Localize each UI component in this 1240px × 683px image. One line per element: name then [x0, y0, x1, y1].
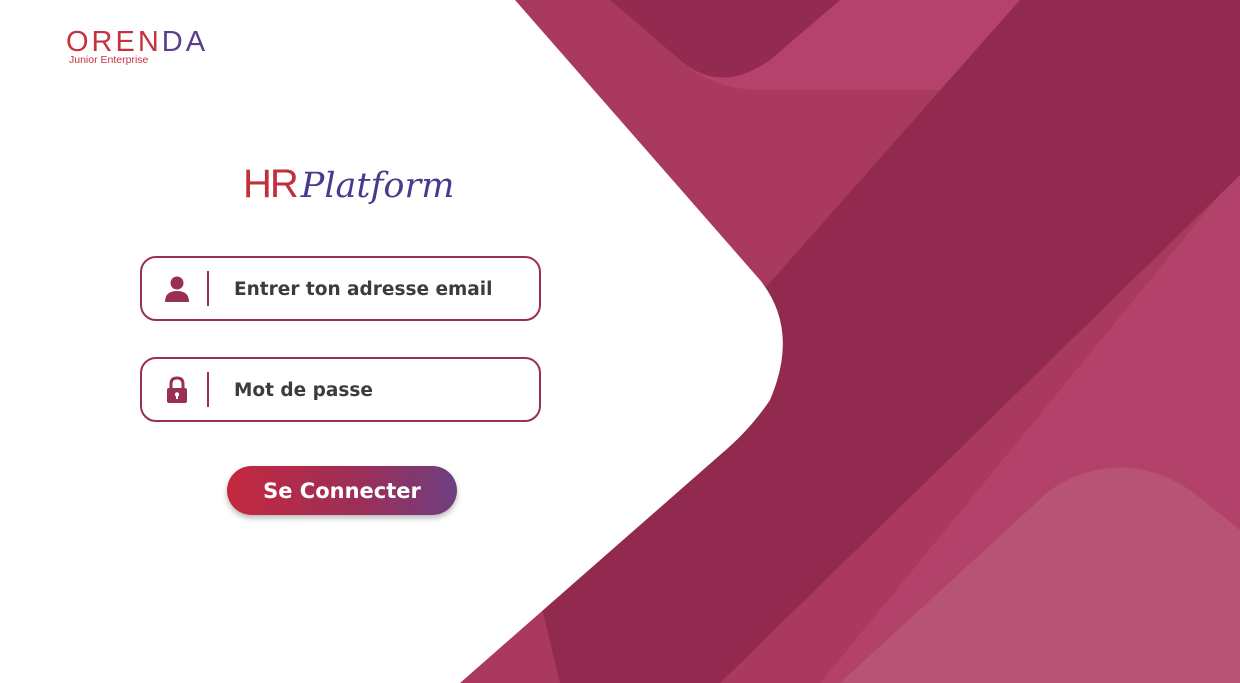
login-button[interactable]: Se Connecter	[227, 466, 457, 515]
brand-logo: ORENDA Junior Enterprise	[66, 24, 206, 72]
app-title: HR Platform	[243, 162, 454, 218]
app-title-hr: HR	[243, 162, 299, 206]
user-icon	[165, 276, 189, 302]
brand-tagline: Junior Enterprise	[69, 54, 149, 66]
email-input[interactable]	[234, 266, 524, 312]
password-field[interactable]	[140, 357, 541, 422]
lock-icon	[167, 376, 187, 403]
background-decoration	[0, 0, 1240, 683]
brand-name-part3: DA	[161, 26, 209, 58]
password-input[interactable]	[234, 367, 524, 413]
field-divider	[207, 372, 209, 407]
field-divider	[207, 271, 209, 306]
app-title-platform: Platform	[300, 166, 455, 206]
email-field[interactable]	[140, 256, 541, 321]
